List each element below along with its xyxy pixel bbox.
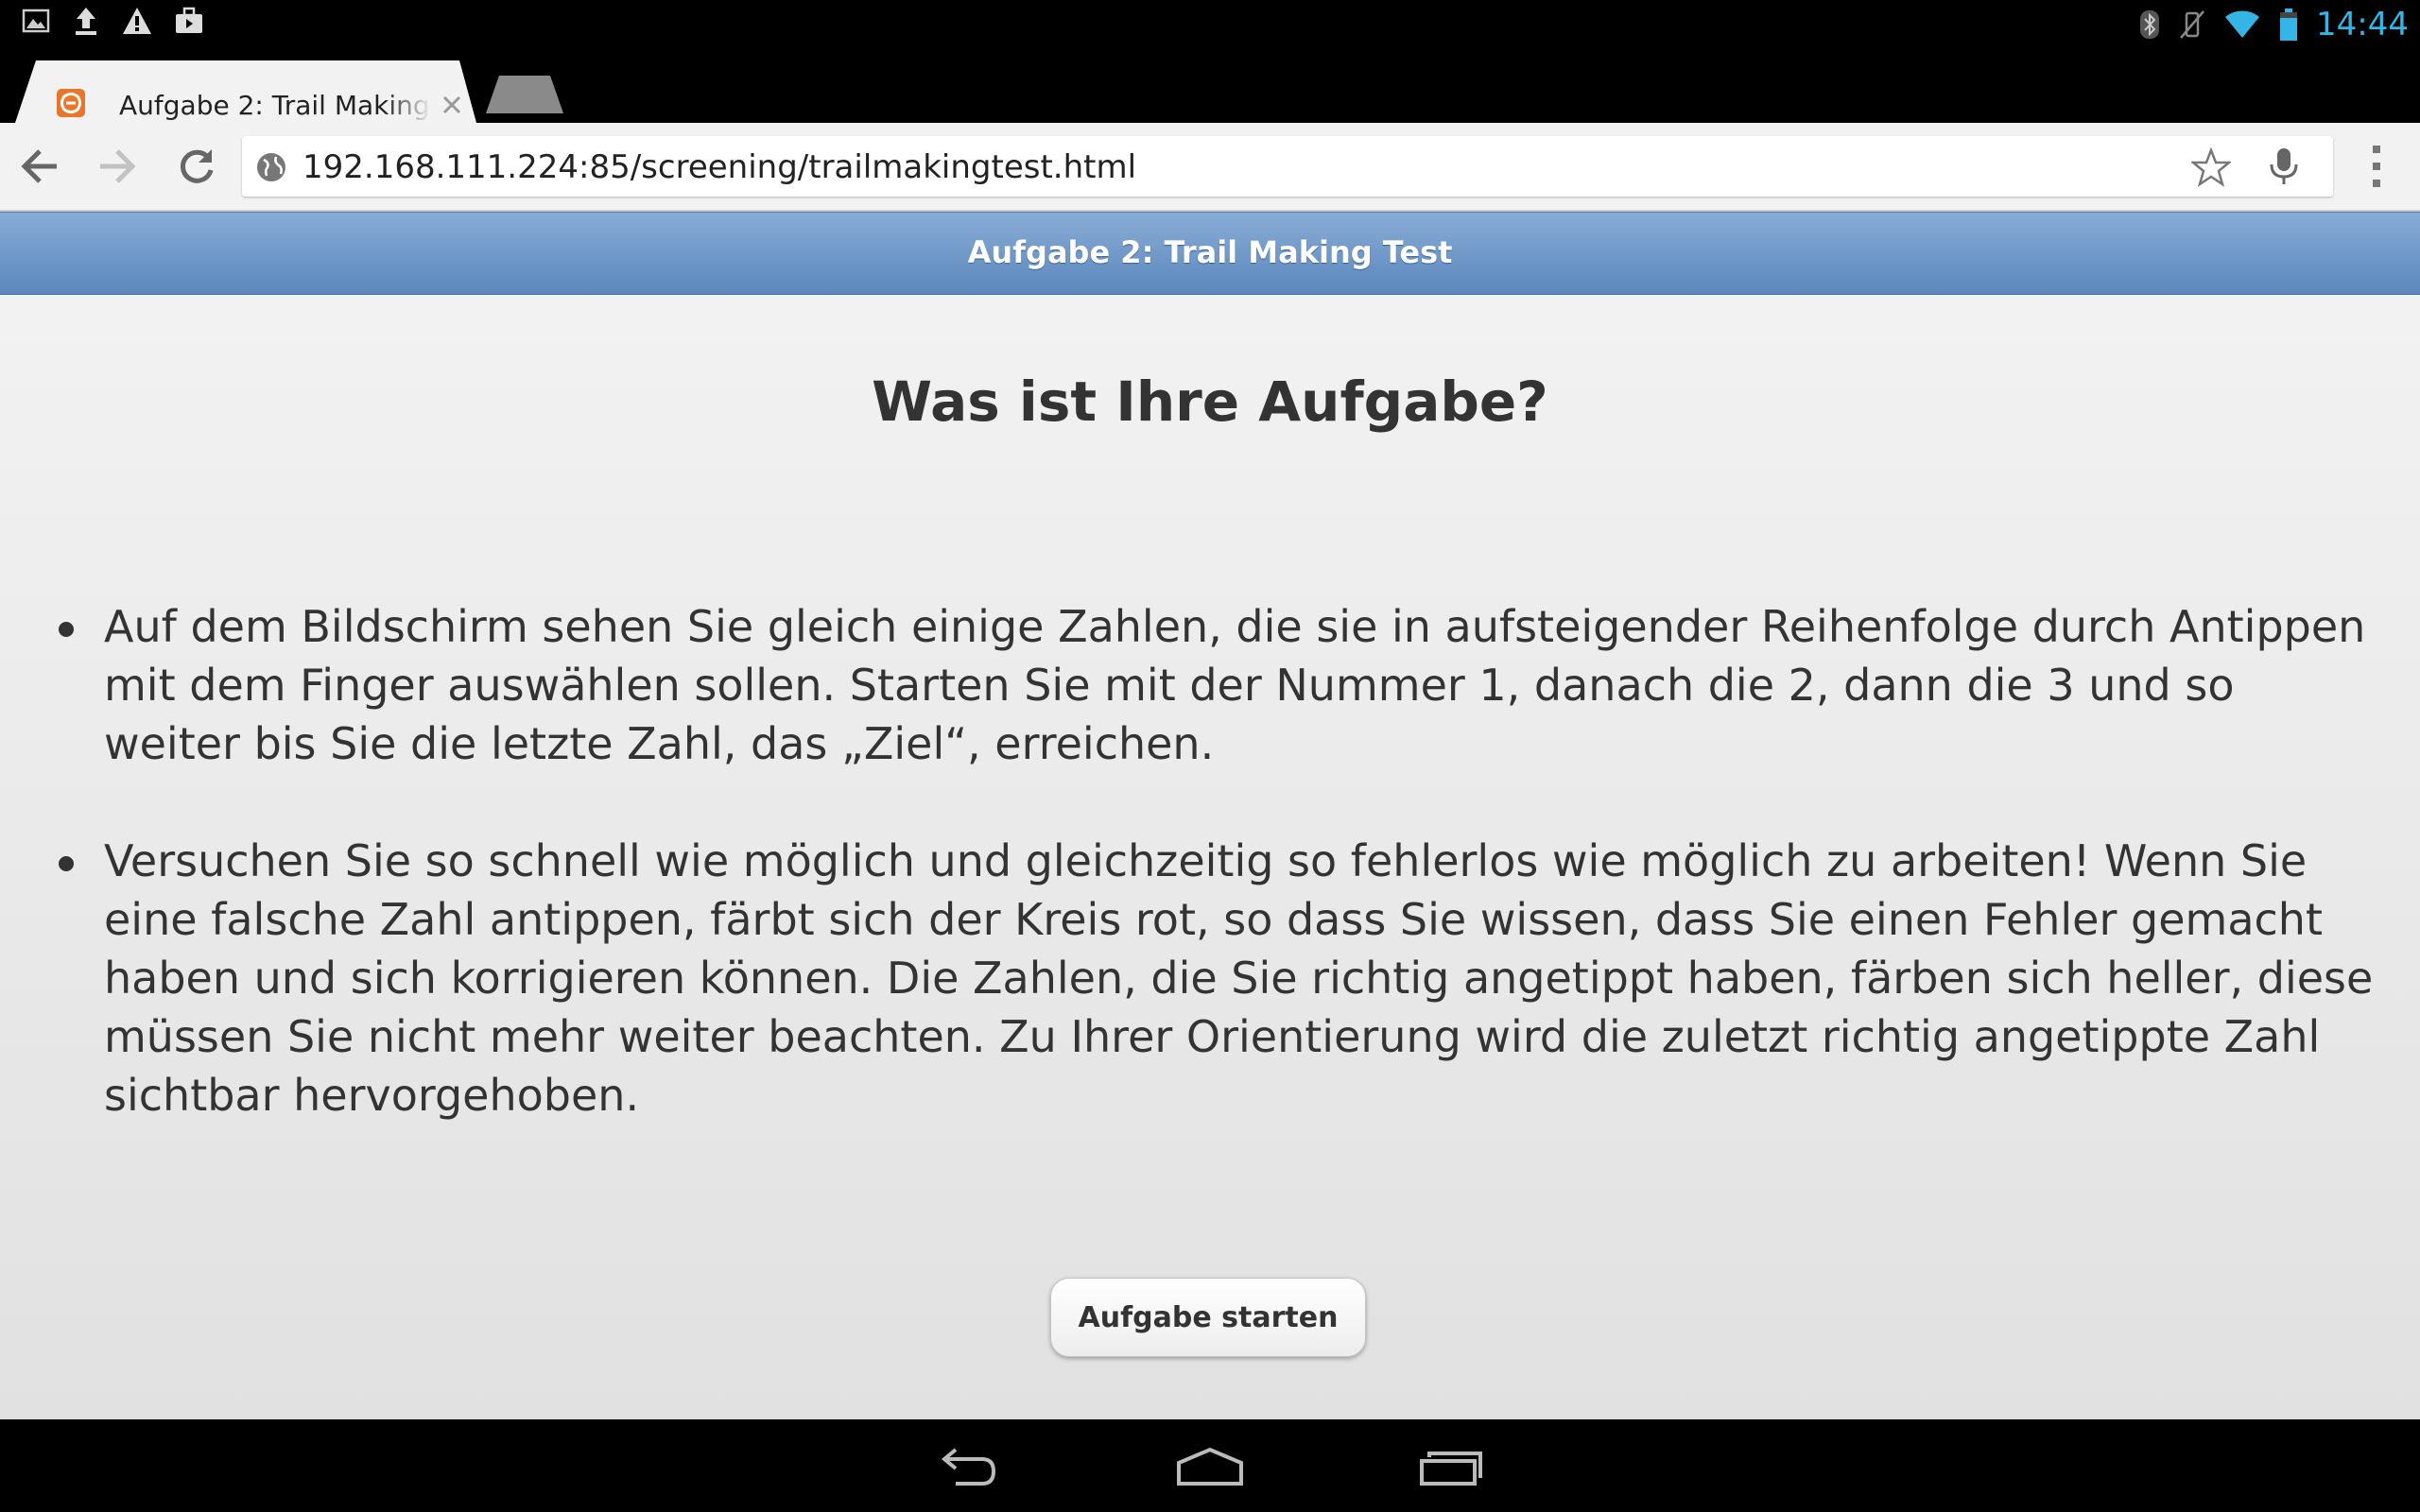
tab-title: Aufgabe 2: Trail Making Test bbox=[119, 90, 431, 121]
overflow-menu-icon[interactable] bbox=[2358, 142, 2395, 191]
warning-icon bbox=[121, 6, 153, 36]
page-heading: Was ist Ihre Aufgabe? bbox=[872, 369, 1548, 434]
list-item: Auf dem Bildschirm sehen Sie gleich eini… bbox=[59, 597, 2382, 773]
list-item: Versuchen Sie so schnell wie möglich und… bbox=[59, 832, 2382, 1125]
new-tab-button[interactable] bbox=[486, 76, 563, 113]
page-header-title: Aufgabe 2: Trail Making Test bbox=[967, 234, 1453, 270]
microphone-icon[interactable] bbox=[2263, 146, 2305, 187]
back-icon[interactable] bbox=[923, 1440, 1013, 1493]
battery-icon bbox=[2278, 8, 2299, 42]
start-task-button[interactable]: Aufgabe starten bbox=[1050, 1278, 1366, 1357]
status-clock: 14:44 bbox=[2316, 6, 2409, 43]
url-text: 192.168.111.224:85/screening/trailmaking… bbox=[302, 148, 1137, 186]
system-indicators: 14:44 bbox=[2138, 6, 2409, 43]
browser-toolbar: 192.168.111.224:85/screening/trailmaking… bbox=[0, 123, 2420, 212]
bookmark-star-icon[interactable] bbox=[2189, 146, 2233, 187]
recent-apps-icon[interactable] bbox=[1407, 1440, 1497, 1493]
reload-icon[interactable] bbox=[170, 140, 223, 193]
navigation-bar bbox=[0, 1419, 2420, 1512]
forward-arrow-icon[interactable] bbox=[91, 140, 144, 193]
back-arrow-icon[interactable] bbox=[13, 140, 66, 193]
wifi-icon bbox=[2223, 9, 2261, 41]
picture-icon bbox=[21, 6, 51, 36]
vibrate-icon bbox=[2178, 9, 2206, 41]
page-content: Was ist Ihre Aufgabe? Auf dem Bildschirm… bbox=[0, 295, 2420, 1419]
address-bar[interactable]: 192.168.111.224:85/screening/trailmaking… bbox=[242, 136, 2333, 197]
globe-icon bbox=[255, 151, 287, 183]
instruction-list: Auf dem Bildschirm sehen Sie gleich eini… bbox=[59, 597, 2382, 1183]
page-header: Aufgabe 2: Trail Making Test bbox=[0, 212, 2420, 296]
status-bar: 14:44 bbox=[0, 0, 2420, 49]
app-icon bbox=[57, 89, 85, 117]
bluetooth-icon bbox=[2138, 9, 2161, 41]
briefcase-icon bbox=[174, 6, 204, 36]
instruction-text: Auf dem Bildschirm sehen Sie gleich eini… bbox=[104, 601, 2366, 769]
notification-icons bbox=[21, 6, 204, 36]
instruction-text: Versuchen Sie so schnell wie möglich und… bbox=[104, 835, 2374, 1121]
bullet-icon bbox=[59, 622, 74, 637]
tab-strip: Aufgabe 2: Trail Making Test bbox=[0, 49, 2420, 123]
browser-tab-active[interactable]: Aufgabe 2: Trail Making Test bbox=[15, 60, 476, 123]
upload-icon bbox=[72, 6, 100, 36]
android-screen: 14:44 Aufgabe 2: Trail Making Test bbox=[0, 0, 2420, 1512]
home-icon[interactable] bbox=[1165, 1440, 1255, 1493]
bullet-icon bbox=[59, 856, 74, 871]
close-tab-icon[interactable] bbox=[438, 91, 466, 119]
